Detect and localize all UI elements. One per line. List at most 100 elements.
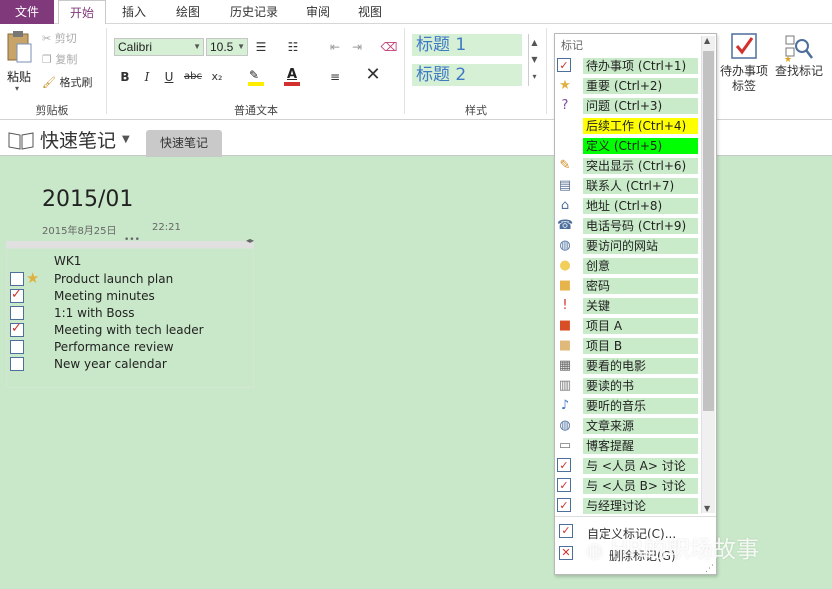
subscript-icon[interactable]: x₂: [206, 68, 228, 86]
tab-home[interactable]: 开始: [58, 0, 106, 25]
style-heading1[interactable]: 标题 1: [412, 34, 522, 56]
section-tab[interactable]: 快速笔记: [146, 130, 222, 157]
cut-button[interactable]: ✂ 剪切: [42, 30, 77, 48]
tag-item[interactable]: ★ 重要 (Ctrl+2): [555, 76, 698, 96]
square-tan-icon: ■: [558, 338, 572, 353]
numbered-list-icon[interactable]: ☷: [284, 38, 302, 56]
tag-item[interactable]: ▭ 博客提醒: [555, 436, 698, 456]
scroll-up-icon[interactable]: ▲: [704, 36, 710, 45]
clear-format-icon[interactable]: ⌫: [380, 38, 398, 56]
tag-item[interactable]: ! 关键: [555, 296, 698, 316]
tag-label: 要读的书: [583, 378, 698, 394]
italic-icon[interactable]: I: [138, 68, 156, 86]
format-painter-label: 格式刷: [59, 76, 93, 89]
todo-checkbox[interactable]: [10, 357, 24, 371]
todo-checkbox[interactable]: [10, 340, 24, 354]
resize-grip-icon[interactable]: ⋰: [705, 564, 714, 574]
tag-item[interactable]: ▦ 要看的电影: [555, 356, 698, 376]
todo-text[interactable]: Product launch plan: [54, 271, 173, 288]
checkbox-person-icon: ✓: [557, 458, 571, 472]
tag-item[interactable]: ✓ 与 <人员 B> 讨论: [555, 476, 698, 496]
tag-item[interactable]: ♪ 要听的音乐: [555, 396, 698, 416]
todo-tag-button[interactable]: 待办事项 标签: [718, 30, 770, 100]
tag-item[interactable]: ■ 项目 B: [555, 336, 698, 356]
paste-button[interactable]: 粘贴 ▾: [4, 30, 34, 100]
notebook-title[interactable]: 快速笔记: [40, 126, 116, 153]
font-name-select[interactable]: Calibri ▼: [114, 38, 204, 56]
font-color-button[interactable]: A: [282, 67, 302, 86]
tag-item[interactable]: ◍ 文章来源: [555, 416, 698, 436]
format-painter-button[interactable]: 🖌 格式刷: [42, 74, 92, 92]
todo-text[interactable]: Performance review: [54, 339, 174, 356]
page-title[interactable]: 2015/01: [42, 187, 133, 212]
tag-item[interactable]: ? 问题 (Ctrl+3): [555, 96, 698, 116]
find-tags-button[interactable]: ★ 查找标记: [772, 30, 826, 100]
tab-view[interactable]: 视图: [350, 0, 390, 24]
tag-item[interactable]: ☎ 电话号码 (Ctrl+9): [555, 216, 698, 236]
bullet-list-icon[interactable]: ☰: [252, 38, 270, 56]
tag-item[interactable]: ✓ 与经理讨论: [555, 496, 698, 516]
underline-icon[interactable]: U: [160, 68, 178, 86]
menu-bar: 文件 开始 插入 绘图 历史记录 审阅 视图: [0, 0, 832, 25]
indent-icon[interactable]: ⇥: [348, 38, 366, 56]
scroll-thumb[interactable]: [703, 51, 714, 411]
todo-text[interactable]: Meeting minutes: [54, 288, 155, 305]
tab-insert[interactable]: 插入: [114, 0, 154, 24]
lock-icon: ■: [558, 278, 572, 293]
tag-item[interactable]: ✓ 待办事项 (Ctrl+1): [555, 56, 698, 76]
contact-icon: ▤: [558, 178, 572, 193]
tag-item[interactable]: ⌂ 地址 (Ctrl+8): [555, 196, 698, 216]
phone-icon: ☎: [557, 218, 574, 233]
note-heading[interactable]: WK1: [54, 254, 81, 268]
chevron-down-icon: ▼: [193, 42, 201, 51]
styles-group-label: 样式: [465, 104, 487, 117]
tag-item[interactable]: ■ 项目 A: [555, 316, 698, 336]
tag-label: 密码: [583, 278, 698, 294]
font-color-icon: A: [287, 67, 298, 82]
todo-text[interactable]: New year calendar: [54, 356, 167, 373]
note-container-handle[interactable]: ••• ◂▸: [6, 235, 254, 248]
tag-label: 项目 B: [583, 338, 698, 354]
scroll-down-icon[interactable]: ▼: [704, 504, 710, 513]
tab-draw[interactable]: 绘图: [168, 0, 208, 24]
todo-tag-label-line2: 标签: [731, 79, 756, 93]
todo-checkbox[interactable]: [10, 306, 24, 320]
todo-checkbox[interactable]: [10, 272, 24, 286]
chevron-down-icon[interactable]: ▼: [122, 134, 130, 145]
tag-item[interactable]: ■ 密码: [555, 276, 698, 296]
tag-item[interactable]: ✓ 与 <人员 A> 讨论: [555, 456, 698, 476]
tag-item[interactable]: ▥ 要读的书: [555, 376, 698, 396]
tag-label: 电话号码 (Ctrl+9): [583, 218, 698, 234]
tag-item[interactable]: ◍ 要访问的网站: [555, 236, 698, 256]
tab-review[interactable]: 审阅: [298, 0, 338, 24]
tag-item[interactable]: 定义 (Ctrl+5): [555, 136, 698, 156]
style-heading2[interactable]: 标题 2: [412, 64, 522, 86]
todo-tag-label-line1: 待办事项: [719, 64, 768, 78]
todo-checkbox[interactable]: ✓: [10, 321, 24, 337]
todo-text[interactable]: Meeting with tech leader: [54, 322, 204, 339]
bold-icon[interactable]: B: [116, 68, 134, 86]
wechat-icon: ◍: [586, 538, 604, 562]
copy-icon: ❐: [42, 53, 52, 66]
clipboard-group-label: 剪贴板: [35, 104, 69, 117]
align-icon[interactable]: ≡: [326, 68, 344, 86]
highlight-color-button[interactable]: ✎: [246, 68, 266, 86]
todo-checkbox[interactable]: ✓: [10, 287, 24, 303]
tag-label: 突出显示 (Ctrl+6): [583, 158, 698, 174]
tag-item[interactable]: ▤ 联系人 (Ctrl+7): [555, 176, 698, 196]
tag-item[interactable]: ● 创意: [555, 256, 698, 276]
tab-history[interactable]: 历史记录: [224, 0, 284, 24]
font-size-select[interactable]: 10.5 ▼: [206, 38, 248, 56]
outdent-icon[interactable]: ⇤: [326, 38, 344, 56]
star-icon: ★: [26, 269, 40, 287]
todo-text[interactable]: 1:1 with Boss: [54, 305, 134, 322]
tag-list: ✓ 待办事项 (Ctrl+1) ★ 重要 (Ctrl+2)? 问题 (Ctrl+3) 后续…: [555, 56, 701, 516]
strikethrough-icon[interactable]: abc: [182, 68, 204, 86]
tag-item[interactable]: 后续工作 (Ctrl+4): [555, 116, 698, 136]
paintbrush-icon: 🖌: [42, 76, 56, 89]
styles-scroll[interactable]: ▲ ▼ ▾: [528, 34, 540, 86]
copy-button[interactable]: ❐ 复制: [42, 51, 77, 69]
file-tab[interactable]: 文件: [0, 0, 54, 24]
close-icon[interactable]: ✕: [364, 66, 382, 84]
tag-item[interactable]: ✎ 突出显示 (Ctrl+6): [555, 156, 698, 176]
